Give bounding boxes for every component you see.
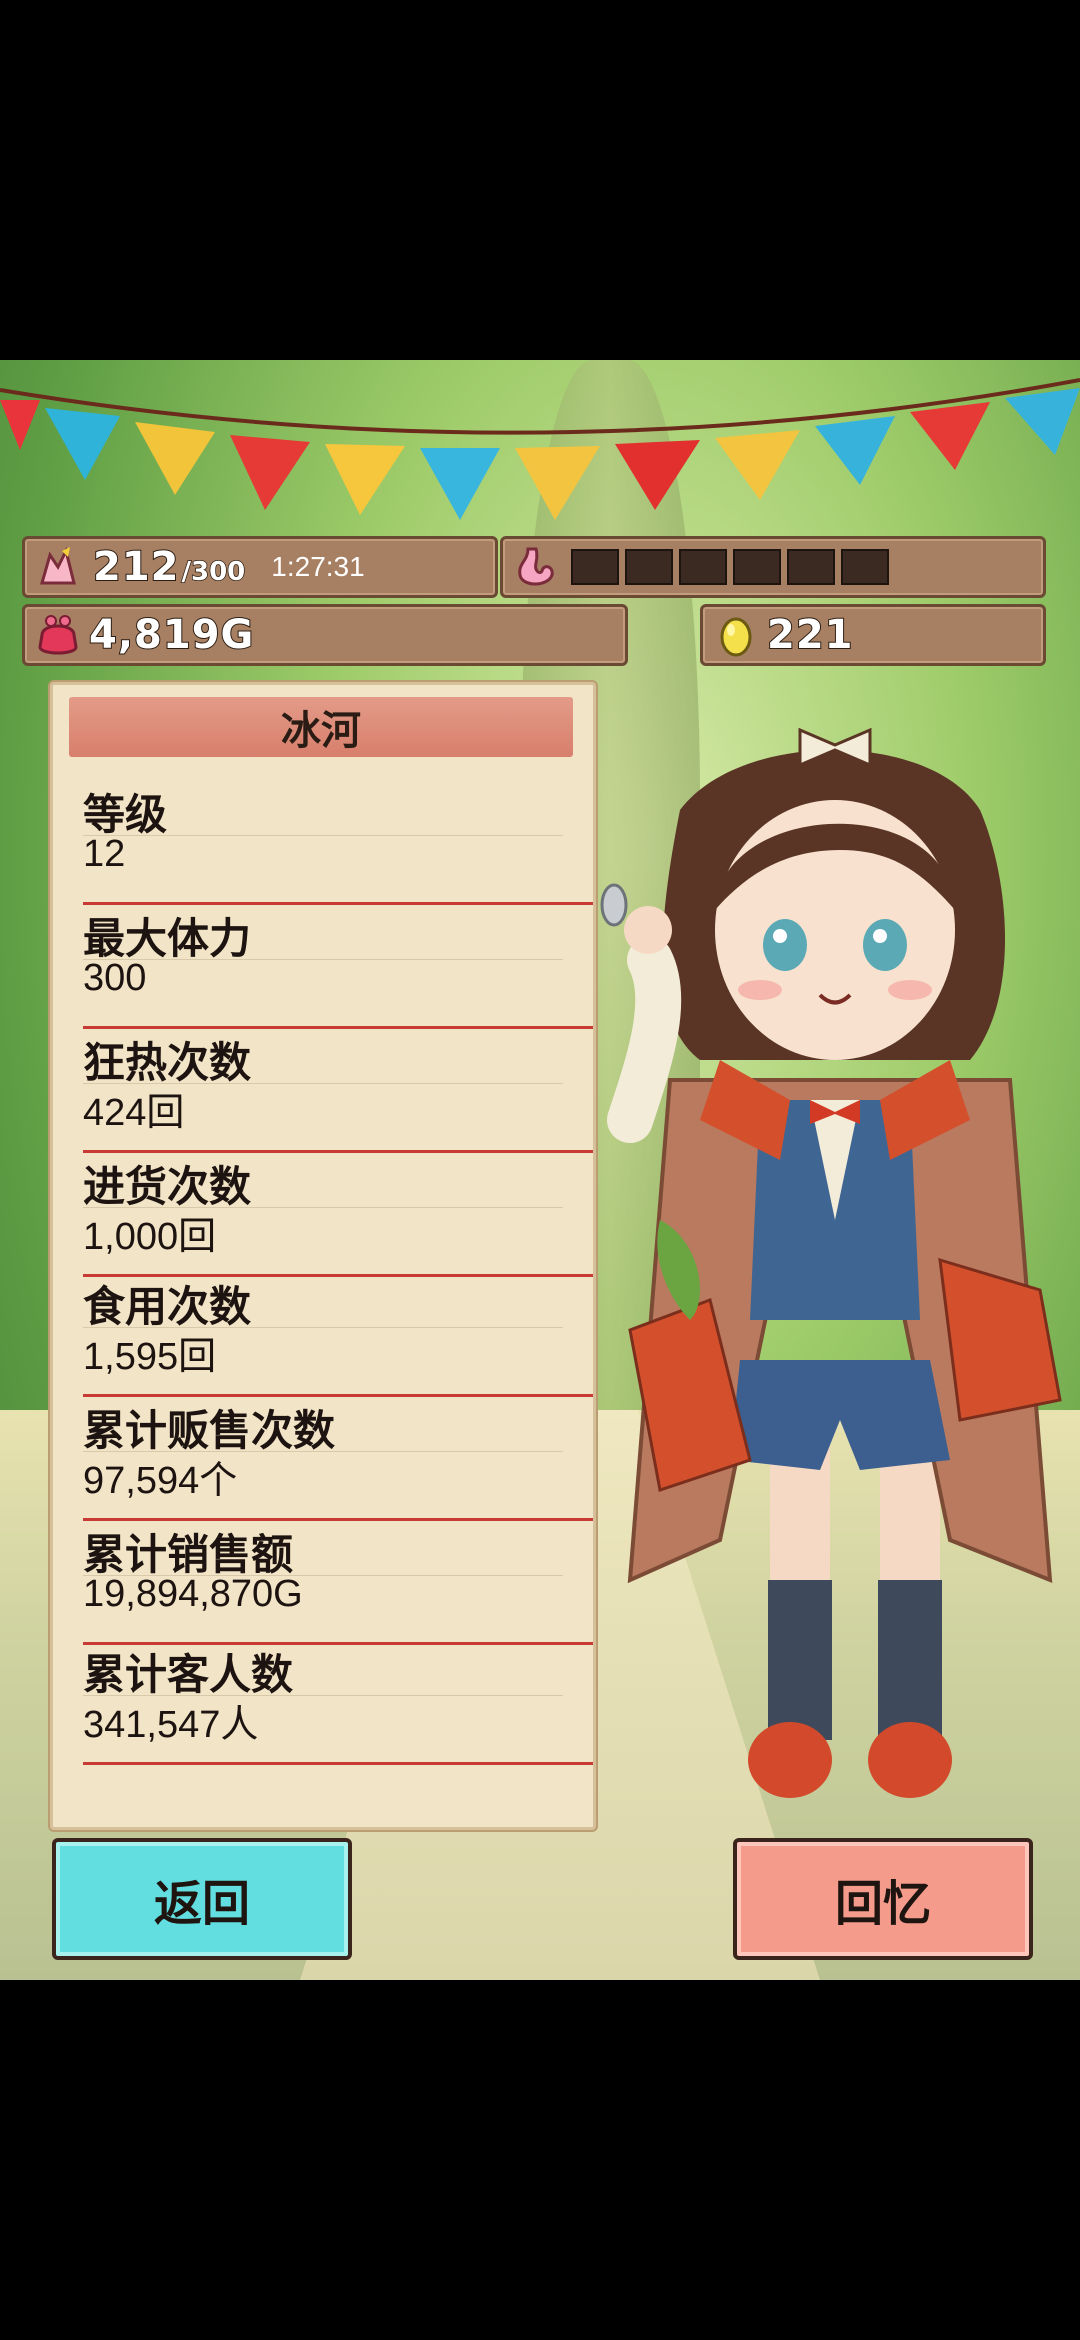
stomach-icon xyxy=(513,544,559,590)
stat-total-sold: 累计贩售次数 97,594个 xyxy=(83,1397,593,1521)
stat-value: 97,594个 xyxy=(83,1460,238,1502)
stat-level: 等级 12 xyxy=(83,781,593,905)
stat-restock-count: 进货次数 1,000回 xyxy=(83,1153,593,1277)
stamina-bar: 212 /300 1:27:31 xyxy=(22,536,498,598)
stat-value: 19,894,870G xyxy=(83,1573,303,1615)
character-illustration xyxy=(600,727,1062,1798)
back-button[interactable]: 返回 xyxy=(52,1838,352,1960)
stomach-segment xyxy=(787,549,835,585)
stat-value: 341,547人 xyxy=(83,1704,259,1746)
stat-value: 1,000回 xyxy=(83,1216,217,1258)
stat-fever-count: 狂热次数 424回 xyxy=(83,1029,593,1153)
stat-value: 424回 xyxy=(83,1092,185,1134)
stat-value: 1,595回 xyxy=(83,1336,217,1378)
memory-button[interactable]: 回忆 xyxy=(733,1838,1033,1960)
stat-total-customers: 累计客人数 341,547人 xyxy=(83,1641,593,1765)
stamina-max: /300 xyxy=(181,556,246,588)
stomach-segment xyxy=(733,549,781,585)
egg-count: 221 xyxy=(766,611,854,659)
profile-panel: 冰河 等级 12 最大体力 300 狂热次数 424回 进货次数 1,000回 … xyxy=(50,682,596,1830)
stamina-icon xyxy=(35,544,81,590)
stat-value: 12 xyxy=(83,833,126,875)
stomach-segment xyxy=(679,549,727,585)
stamina-timer: 1:27:31 xyxy=(271,551,365,582)
egg-icon xyxy=(713,612,759,658)
stomach-bar xyxy=(500,536,1046,598)
stat-eat-count: 食用次数 1,595回 xyxy=(83,1273,593,1397)
stomach-segments xyxy=(571,549,895,585)
stat-value: 300 xyxy=(83,957,147,999)
stat-max-stamina: 最大体力 300 xyxy=(83,905,593,1029)
egg-bar: 221 xyxy=(700,604,1046,666)
stomach-segment xyxy=(571,549,619,585)
stamina-current: 212 xyxy=(92,543,180,591)
profile-name: 冰河 xyxy=(69,697,573,757)
stat-total-sales: 累计销售额 19,894,870G xyxy=(83,1521,593,1645)
gold-bar: 4,819G xyxy=(22,604,628,666)
bunting-flags xyxy=(0,378,1080,520)
stomach-segment xyxy=(625,549,673,585)
stomach-segment xyxy=(841,549,889,585)
gold-amount: 4,819G xyxy=(88,611,255,659)
stat-divider xyxy=(83,1762,593,1765)
purse-icon xyxy=(35,612,81,658)
